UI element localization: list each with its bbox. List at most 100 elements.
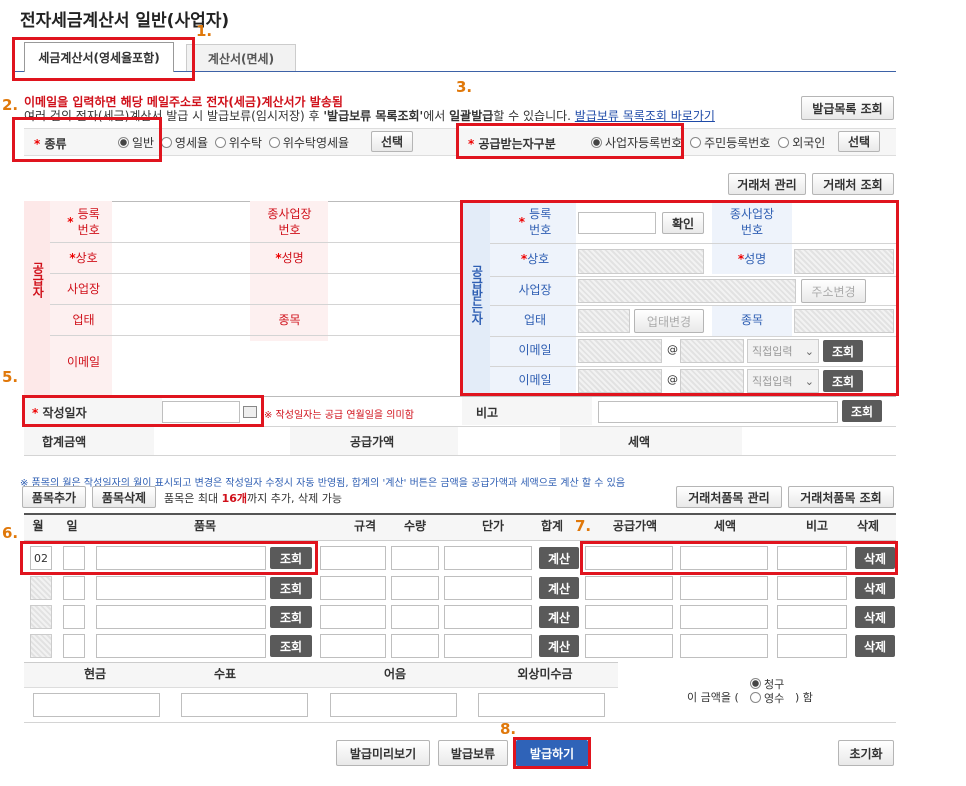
row2-supply[interactable] [585,576,673,600]
partner-manage-button[interactable]: 거래처 관리 [728,173,806,195]
row3-price[interactable] [444,605,532,629]
row3-remark[interactable] [777,605,847,629]
row2-day[interactable] [63,576,85,600]
claim-option[interactable]: 청구 [750,678,784,692]
receiver-biztype-input[interactable] [578,309,630,333]
email2-domain-select[interactable]: 직접입력 ⌄ [747,369,819,393]
credit-input[interactable] [478,693,605,717]
receipt-option[interactable]: 영수 [750,692,784,706]
row1-price[interactable] [444,546,532,570]
check-input[interactable] [181,693,308,717]
row3-supply[interactable] [585,605,673,629]
remark-input[interactable] [598,401,838,423]
issue-list-button[interactable]: 발급목록 조회 [801,96,894,120]
kind-option-zero[interactable]: 영세율 [160,136,208,150]
row4-delete-button[interactable]: 삭제 [855,635,895,657]
receiver-name-input[interactable] [794,249,894,274]
row2-tax[interactable] [680,576,768,600]
row3-search-button[interactable]: 조회 [270,606,312,628]
hold-list-link[interactable]: 발급보류 목록조회 바로가기 [575,109,715,123]
bill-input[interactable] [330,693,457,717]
kind-option-consign[interactable]: 위수탁 [214,136,262,150]
row4-qty[interactable] [391,634,439,658]
partner-item-search-button[interactable]: 거래처품목 조회 [788,486,894,508]
row4-month[interactable] [30,634,52,658]
row4-remark[interactable] [777,634,847,658]
row1-tax[interactable] [680,546,768,570]
preview-button[interactable]: 발급미리보기 [336,740,430,766]
row3-calc-button[interactable]: 계산 [539,606,579,628]
row3-qty[interactable] [391,605,439,629]
row2-month[interactable] [30,576,52,600]
row2-price[interactable] [444,576,532,600]
receiver-address-input[interactable] [578,279,796,303]
email2-search-button[interactable]: 조회 [823,370,863,392]
row2-item[interactable] [96,576,266,600]
email2-id-input[interactable] [578,369,662,393]
row4-price[interactable] [444,634,532,658]
issue-button[interactable]: 발급하기 [516,740,588,766]
row4-tax[interactable] [680,634,768,658]
receiver-item-input[interactable] [794,309,894,333]
row1-spec[interactable] [320,546,386,570]
date-input[interactable] [162,401,240,423]
row4-search-button[interactable]: 조회 [270,635,312,657]
row3-spec[interactable] [320,605,386,629]
email1-search-button[interactable]: 조회 [823,340,863,362]
tab-invoice[interactable]: 계산서(면세) [186,44,296,71]
email2-domain-input[interactable] [680,369,744,393]
kind-select-button[interactable]: 선택 [371,131,413,152]
partner-search-button[interactable]: 거래처 조회 [812,173,894,195]
row1-remark[interactable] [777,546,847,570]
row4-item[interactable] [96,634,266,658]
receiver-select-button[interactable]: 선택 [838,131,880,152]
calendar-icon[interactable] [243,406,257,418]
row4-spec[interactable] [320,634,386,658]
row4-day[interactable] [63,634,85,658]
row1-supply[interactable] [585,546,673,570]
row1-calc-button[interactable]: 계산 [539,547,579,569]
row3-item[interactable] [96,605,266,629]
cash-input[interactable] [33,693,160,717]
row1-qty[interactable] [391,546,439,570]
partner-item-manage-button[interactable]: 거래처품목 관리 [676,486,782,508]
remark-label: 비고 [476,406,499,420]
row1-item[interactable] [96,546,266,570]
row2-search-button[interactable]: 조회 [270,577,312,599]
row1-delete-button[interactable]: 삭제 [855,547,895,569]
reset-button[interactable]: 초기화 [838,740,894,766]
row3-day[interactable] [63,605,85,629]
receiver-reg-input[interactable] [578,212,656,234]
item-add-button[interactable]: 품목추가 [22,486,86,508]
row4-supply[interactable] [585,634,673,658]
remark-search-button[interactable]: 조회 [842,400,882,422]
row1-day[interactable] [63,546,85,570]
row2-delete-button[interactable]: 삭제 [855,577,895,599]
receiver-company-input[interactable] [578,249,704,274]
kind-option-consign-zero[interactable]: 위수탁영세율 [268,136,349,150]
row4-calc-button[interactable]: 계산 [539,635,579,657]
option-label: 청구 [764,678,785,691]
hold-button[interactable]: 발급보류 [438,740,508,766]
email1-domain-input[interactable] [680,339,744,363]
kind-option-normal[interactable]: 일반 [118,136,154,150]
row3-tax[interactable] [680,605,768,629]
email1-id-input[interactable] [578,339,662,363]
biz-change-button[interactable]: 업태변경 [634,309,704,333]
email1-domain-select[interactable]: 직접입력 ⌄ [747,339,819,363]
address-change-button[interactable]: 주소변경 [801,279,866,303]
receiver-confirm-button[interactable]: 확인 [662,212,704,234]
receiver-option-biz[interactable]: 사업자등록번호 [591,136,682,150]
row2-calc-button[interactable]: 계산 [539,577,579,599]
row3-delete-button[interactable]: 삭제 [855,606,895,628]
tab-tax-invoice[interactable]: 세금계산서(영세율포함) [24,42,174,72]
receiver-option-resident[interactable]: 주민등록번호 [690,136,770,150]
row1-search-button[interactable]: 조회 [270,547,312,569]
row2-qty[interactable] [391,576,439,600]
row3-month[interactable] [30,605,52,629]
row1-month[interactable]: 02 [30,546,52,570]
row2-remark[interactable] [777,576,847,600]
item-delete-button[interactable]: 품목삭제 [92,486,156,508]
row2-spec[interactable] [320,576,386,600]
receiver-option-foreign[interactable]: 외국인 [778,136,825,150]
